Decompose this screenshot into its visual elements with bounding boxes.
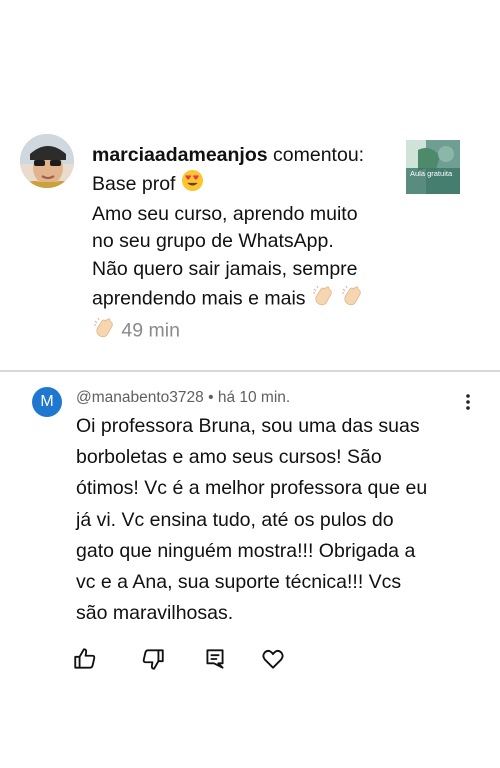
section-divider xyxy=(0,370,500,372)
commenter-avatar[interactable] xyxy=(20,134,74,188)
comment-line: Base prof xyxy=(92,173,176,196)
commenter-username[interactable]: marciaadameanjos xyxy=(92,144,268,166)
post-thumbnail[interactable]: Aula gratuita xyxy=(406,140,460,194)
comment-line: gato que ninguém mostra!!! Obrigada a xyxy=(76,539,416,562)
heart-eyes-emoji xyxy=(181,169,204,200)
comment-line: ótimos! Vc é a melhor professora que eu xyxy=(76,477,428,500)
comment-time: 49 min xyxy=(121,319,180,342)
comment-author[interactable]: @manabento3728 xyxy=(76,389,204,406)
clapping-hands-emoji xyxy=(311,283,335,315)
author-avatar[interactable]: M xyxy=(32,387,62,417)
reply-icon[interactable] xyxy=(202,646,228,672)
comment-action: comentou: xyxy=(273,144,365,166)
comment-line: são maravilhosas. xyxy=(76,602,234,625)
thumbnail-title: Aula gratuita xyxy=(410,169,453,178)
clapping-hands-emoji xyxy=(340,283,364,315)
comment-meta: @manabento3728 • há 10 min. xyxy=(76,389,290,407)
comment-line: Oi professora Bruna, sou uma das suas xyxy=(76,415,420,437)
comment-line: aprendendo mais e mais xyxy=(92,287,306,310)
avatar-letter: M xyxy=(40,393,54,410)
dislike-icon[interactable] xyxy=(140,646,166,672)
comment-line: no seu grupo de WhatsApp. xyxy=(92,230,334,253)
comment-timestamp: há 10 min. xyxy=(217,389,291,406)
comment-line: borboletas e amo seus cursos! São xyxy=(76,446,382,469)
like-icon[interactable] xyxy=(72,646,98,672)
comment-line: vc e a Ana, sua suporte técnica!!! Vcs xyxy=(76,571,402,594)
instagram-comment-text: marciaadameanjos comentou: Base prof Amo… xyxy=(92,142,402,348)
meta-separator: • xyxy=(203,389,218,406)
comment-line: Amo seu curso, aprendo muito xyxy=(92,202,358,225)
comment-line: já vi. Vc ensina tudo, até os pulos do xyxy=(76,508,394,531)
comment-line: Não quero sair jamais, sempre xyxy=(92,257,358,280)
clapping-hands-emoji xyxy=(92,315,116,347)
comment-body: Oi professora Bruna, sou uma das suas bo… xyxy=(76,411,476,629)
heart-icon[interactable] xyxy=(260,646,286,672)
